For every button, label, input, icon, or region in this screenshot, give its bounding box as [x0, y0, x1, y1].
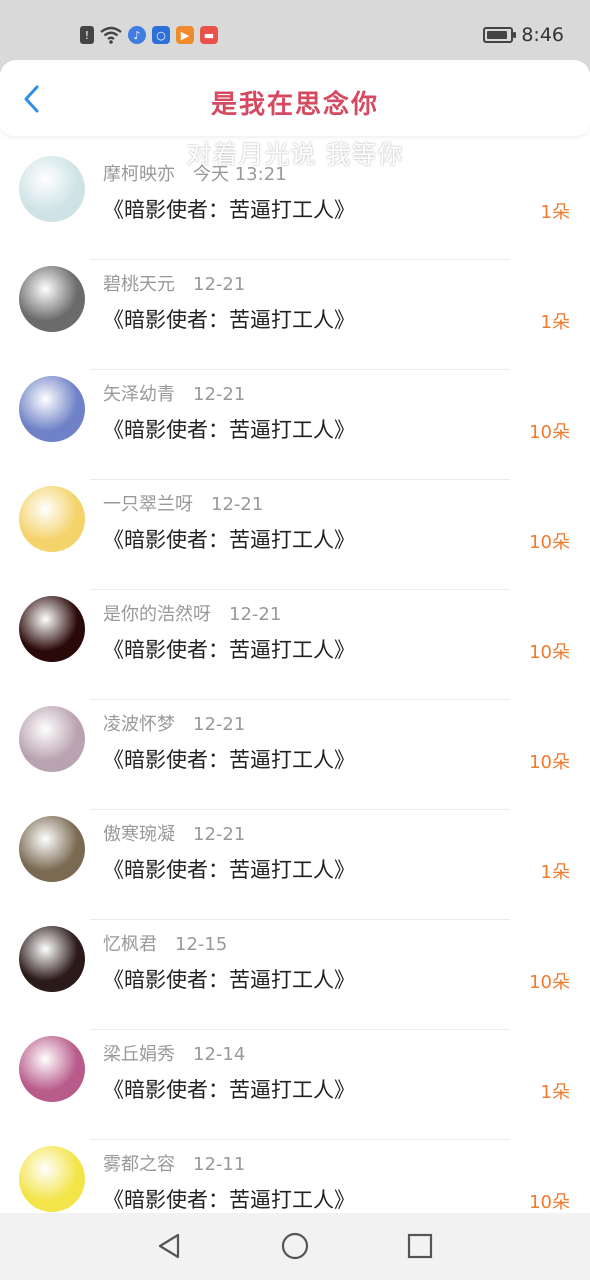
flower-count: 10朵 [529, 752, 570, 773]
battery-icon [483, 27, 517, 43]
avatar[interactable] [19, 926, 85, 992]
avatar[interactable] [19, 816, 85, 882]
avatar[interactable] [19, 1036, 85, 1102]
user-name[interactable]: 忆枫君 [103, 934, 157, 955]
gift-record-list: 摩柯映亦 今天 13:21 《暗影使者：苦逼打工人》 1朵 碧桃天元 12-21 《暗影使者… [0, 150, 590, 1250]
wifi-icon [100, 26, 122, 44]
list-item[interactable]: 一只翠兰呀 12-21 《暗影使者：苦逼打工人》 10朵 [0, 480, 590, 590]
gift-date: 12-21 [229, 604, 282, 625]
list-item[interactable]: 摩柯映亦 今天 13:21 《暗影使者：苦逼打工人》 1朵 [0, 150, 590, 260]
gift-date: 12-21 [193, 274, 246, 295]
book-title[interactable]: 《暗影使者：苦逼打工人》 [103, 854, 355, 884]
avatar[interactable] [19, 376, 85, 442]
user-name[interactable]: 摩柯映亦 [103, 164, 175, 185]
book-title[interactable]: 《暗影使者：苦逼打工人》 [103, 194, 355, 224]
list-item[interactable]: 傲寒琬凝 12-21 《暗影使者：苦逼打工人》 1朵 [0, 810, 590, 920]
user-name[interactable]: 矢泽幼青 [103, 384, 175, 405]
avatar[interactable] [19, 596, 85, 662]
gift-date: 12-21 [193, 384, 246, 405]
gift-date: 12-21 [193, 824, 246, 845]
gift-date: 12-14 [193, 1044, 246, 1065]
list-item[interactable]: 是你的浩然呀 12-21 《暗影使者：苦逼打工人》 10朵 [0, 590, 590, 700]
user-name[interactable]: 碧桃天元 [103, 274, 175, 295]
user-name[interactable]: 雾都之容 [103, 1154, 175, 1175]
list-item[interactable]: 矢泽幼青 12-21 《暗影使者：苦逼打工人》 10朵 [0, 370, 590, 480]
red-app-icon: ▬ [200, 26, 218, 44]
alert-icon: ! [80, 26, 94, 44]
user-name[interactable]: 梁丘娟秀 [103, 1044, 175, 1065]
avatar[interactable] [19, 486, 85, 552]
book-title[interactable]: 《暗影使者：苦逼打工人》 [103, 964, 355, 994]
flower-count: 1朵 [540, 312, 570, 333]
home-nav-icon[interactable] [280, 1231, 310, 1261]
recents-nav-icon[interactable] [405, 1231, 435, 1261]
gift-date: 12-21 [193, 714, 246, 735]
back-nav-icon[interactable] [154, 1231, 184, 1261]
music-app-icon: ♪ [128, 26, 146, 44]
user-name[interactable]: 傲寒琬凝 [103, 824, 175, 845]
user-name[interactable]: 是你的浩然呀 [103, 604, 211, 625]
avatar[interactable] [19, 706, 85, 772]
status-icons: ! ♪ ○ ▶ ▬ [80, 26, 218, 44]
status-time: 8:46 [521, 24, 564, 46]
video-app-icon: ▶ [176, 26, 194, 44]
book-title[interactable]: 《暗影使者：苦逼打工人》 [103, 304, 355, 334]
list-item[interactable]: 梁丘娟秀 12-14 《暗影使者：苦逼打工人》 1朵 [0, 1030, 590, 1140]
book-title[interactable]: 《暗影使者：苦逼打工人》 [103, 744, 355, 774]
list-item[interactable]: 忆枫君 12-15 《暗影使者：苦逼打工人》 10朵 [0, 920, 590, 1030]
gift-date: 今天 13:21 [193, 164, 287, 185]
list-item[interactable]: 碧桃天元 12-21 《暗影使者：苦逼打工人》 1朵 [0, 260, 590, 370]
list-item[interactable]: 凌波怀梦 12-21 《暗影使者：苦逼打工人》 10朵 [0, 700, 590, 810]
flower-count: 10朵 [529, 972, 570, 993]
avatar[interactable] [19, 266, 85, 332]
flower-count: 10朵 [529, 422, 570, 443]
flower-count: 1朵 [540, 202, 570, 223]
gift-date: 12-11 [193, 1154, 246, 1175]
page-title: 是我在思念你 [210, 90, 379, 120]
flower-count: 10朵 [529, 532, 570, 553]
book-title[interactable]: 《暗影使者：苦逼打工人》 [103, 1074, 355, 1104]
bulb-app-icon: ○ [152, 26, 170, 44]
book-title[interactable]: 《暗影使者：苦逼打工人》 [103, 524, 355, 554]
avatar[interactable] [19, 156, 85, 222]
gift-date: 12-15 [175, 934, 228, 955]
book-title[interactable]: 《暗影使者：苦逼打工人》 [103, 634, 355, 664]
flower-count: 1朵 [540, 862, 570, 883]
flower-count: 10朵 [529, 1192, 570, 1213]
system-nav-bar [0, 1213, 590, 1280]
header-bar: 是我在思念你 [0, 60, 590, 136]
user-name[interactable]: 凌波怀梦 [103, 714, 175, 735]
book-title[interactable]: 《暗影使者：苦逼打工人》 [103, 1184, 355, 1214]
flower-count: 10朵 [529, 642, 570, 663]
flower-count: 1朵 [540, 1082, 570, 1103]
gift-date: 12-21 [211, 494, 264, 515]
user-name[interactable]: 一只翠兰呀 [103, 494, 193, 515]
avatar[interactable] [19, 1146, 85, 1212]
book-title[interactable]: 《暗影使者：苦逼打工人》 [103, 414, 355, 444]
